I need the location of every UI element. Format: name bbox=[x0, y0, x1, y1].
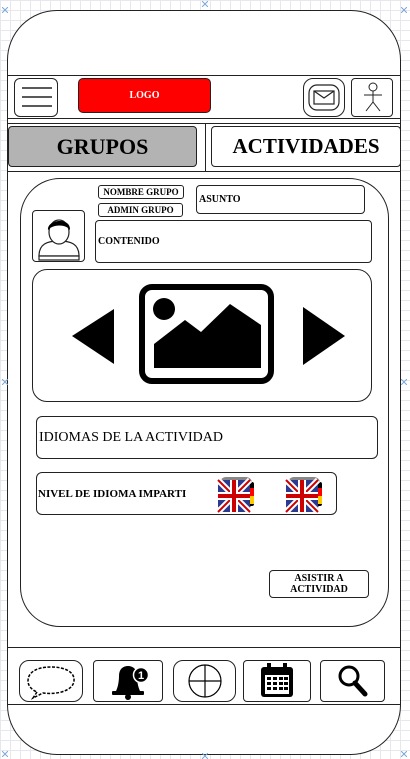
nav-notifications-button[interactable]: 1 bbox=[93, 660, 163, 702]
hamburger-icon bbox=[22, 87, 52, 107]
image-carousel bbox=[32, 269, 372, 402]
logo: LOGO bbox=[78, 78, 211, 113]
tabs-top-line bbox=[7, 123, 401, 124]
menu-button[interactable] bbox=[14, 78, 58, 117]
tab-grupos-label: GRUPOS bbox=[56, 133, 149, 159]
logo-text: LOGO bbox=[129, 90, 160, 101]
tabs-divider bbox=[205, 123, 206, 171]
tab-actividades-label: ACTIVIDADES bbox=[232, 134, 380, 158]
nav-divider-top bbox=[7, 647, 401, 648]
carousel-graphics bbox=[72, 284, 345, 384]
tab-grupos[interactable]: GRUPOS bbox=[8, 126, 197, 167]
crosshair-icon bbox=[187, 664, 222, 698]
tab-actividades[interactable]: ACTIVIDADES bbox=[211, 126, 401, 167]
group-admin-tag: ADMIN GRUPO bbox=[98, 203, 183, 217]
nav-search-button[interactable] bbox=[320, 660, 385, 702]
tabs-bottom-line bbox=[7, 171, 401, 172]
grid-marker-icon bbox=[401, 379, 407, 385]
mail-button[interactable] bbox=[303, 78, 345, 117]
notification-bell-icon: 1 bbox=[112, 666, 150, 700]
nav-crosshair-button[interactable] bbox=[173, 660, 236, 702]
nav-chat-button[interactable] bbox=[19, 660, 83, 702]
grid-marker-icon bbox=[401, 7, 407, 13]
grid-marker-icon bbox=[2, 751, 8, 757]
grid-marker-icon bbox=[401, 751, 407, 757]
uk-flag-icon[interactable] bbox=[284, 474, 324, 514]
header-divider-top bbox=[7, 75, 401, 76]
calendar-icon bbox=[261, 663, 293, 697]
search-icon bbox=[338, 665, 367, 697]
group-name-tag: NOMBRE GRUPO bbox=[98, 185, 184, 199]
attend-activity-label: ASISTIR A ACTIVIDAD bbox=[290, 573, 348, 595]
nav-calendar-button[interactable] bbox=[243, 660, 311, 702]
group-name-text: NOMBRE GRUPO bbox=[103, 186, 179, 197]
avatar-person-icon bbox=[38, 219, 80, 261]
languages-field: IDIOMAS DE LA ACTIVIDAD bbox=[36, 416, 378, 459]
language-level-text: NIVEL DE IDIOMA IMPARTI bbox=[38, 487, 187, 500]
profile-button[interactable] bbox=[351, 78, 393, 117]
triangle-left-icon[interactable] bbox=[72, 309, 114, 364]
content-text: CONTENIDO bbox=[98, 236, 160, 247]
content-field: CONTENIDO bbox=[95, 220, 372, 263]
triangle-right-icon[interactable] bbox=[303, 307, 345, 365]
chat-icon bbox=[27, 666, 75, 700]
notification-badge: 1 bbox=[138, 670, 144, 682]
group-admin-text: ADMIN GRUPO bbox=[107, 204, 174, 215]
stick-figure-icon bbox=[364, 82, 382, 112]
subject-field: ASUNTO bbox=[196, 185, 365, 214]
languages-text: IDIOMAS DE LA ACTIVIDAD bbox=[39, 429, 223, 445]
envelope-icon bbox=[308, 83, 340, 111]
nav-divider-bottom bbox=[7, 704, 401, 705]
subject-text: ASUNTO bbox=[199, 194, 241, 205]
header-divider-bottom bbox=[7, 118, 401, 119]
grid-marker-icon bbox=[2, 379, 8, 385]
attend-activity-button[interactable]: ASISTIR A ACTIVIDAD bbox=[269, 570, 369, 598]
uk-flag-icon[interactable] bbox=[216, 474, 256, 514]
avatar bbox=[32, 210, 85, 262]
grid-marker-icon bbox=[202, 753, 208, 759]
image-sun-shape bbox=[153, 298, 175, 320]
grid-marker-icon bbox=[2, 7, 8, 13]
grid-marker-icon bbox=[202, 1, 208, 7]
